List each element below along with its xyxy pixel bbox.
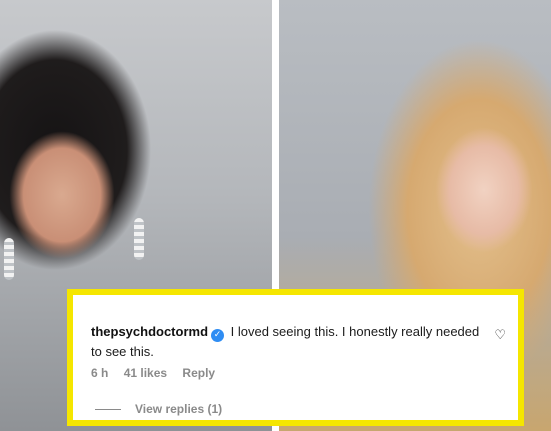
view-replies-row[interactable]: View replies (1) (95, 402, 222, 416)
comment-card: thepsychdoctormd ✓ I loved seeing this. I… (73, 295, 518, 420)
replies-line (95, 408, 121, 410)
comment-time: 6 h (91, 366, 109, 380)
comment-meta: 6 h 41 likes Reply (91, 366, 227, 380)
view-replies-button[interactable]: View replies (1) (135, 402, 222, 416)
comment-body: thepsychdoctormd ✓ I loved seeing this. I… (91, 322, 491, 362)
comment-likes[interactable]: 41 likes (124, 366, 167, 380)
heart-icon[interactable]: ♡ (494, 328, 506, 343)
reply-button[interactable]: Reply (182, 366, 215, 380)
highlighted-comment: thepsychdoctormd ✓ I loved seeing this. I… (67, 289, 524, 426)
comment-username[interactable]: thepsychdoctormd (91, 324, 208, 339)
earring-left (4, 238, 14, 280)
earring-right (134, 218, 144, 260)
verified-badge-icon: ✓ (211, 329, 225, 342)
